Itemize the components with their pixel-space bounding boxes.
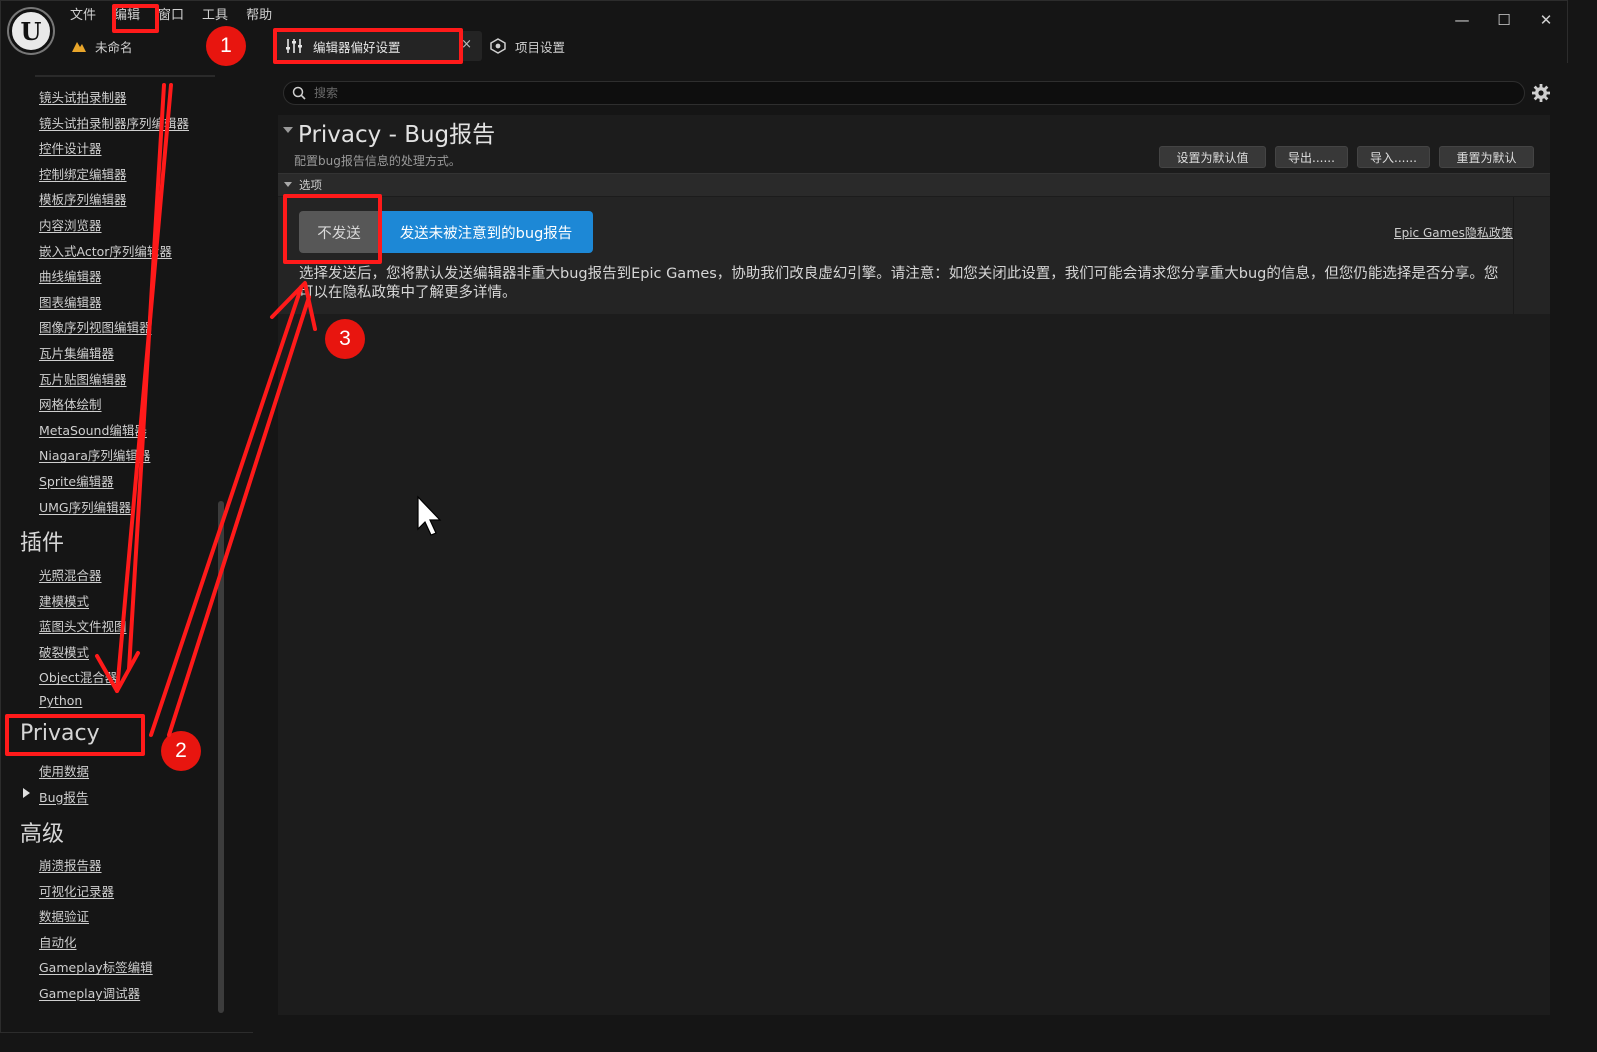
annotation-arrows — [95, 83, 442, 737]
annotation-arrow-1b — [127, 83, 166, 671]
annotation-arrow-2a — [149, 286, 303, 737]
annotation-arrow-2b — [167, 295, 311, 737]
editor-window: U 文件 编辑 窗口 工具 帮助 未命名 — ☐ ✕ 编辑器偏好设置 × 项目设… — [0, 0, 1569, 1034]
mouse-cursor-icon — [417, 495, 442, 536]
